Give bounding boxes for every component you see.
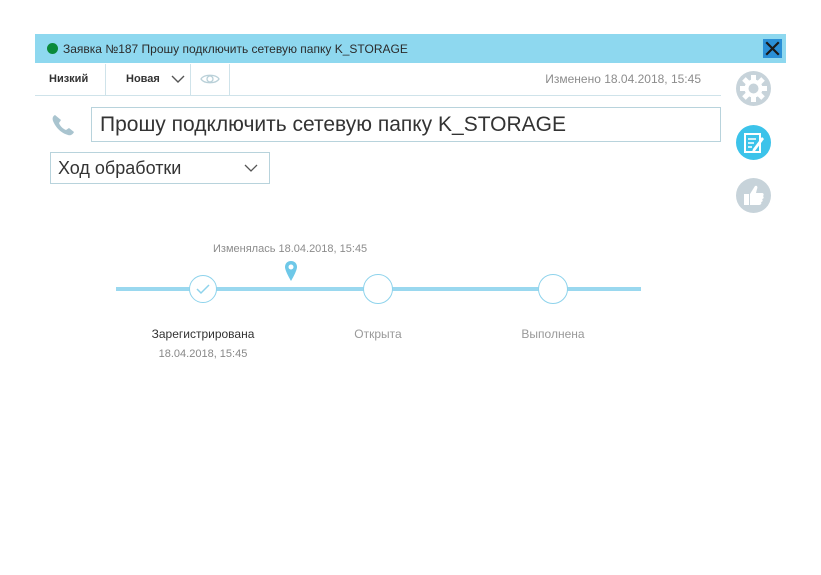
status-indicator <box>47 43 58 54</box>
stage-label-registered: Зарегистрирована <box>151 327 255 341</box>
eye-icon <box>200 74 220 84</box>
approve-button[interactable] <box>735 177 772 214</box>
state-label: Новая <box>126 73 160 85</box>
stage-label-done: Выполнена <box>521 327 585 341</box>
info-bar: Низкий Новая Изменено 18.04.2018, 15:45 <box>35 64 721 96</box>
modified-timestamp: Изменено 18.04.2018, 15:45 <box>545 72 701 86</box>
chevron-down-icon <box>171 75 185 83</box>
edit-icon <box>736 125 771 160</box>
close-icon <box>765 41 780 56</box>
watch-button[interactable] <box>191 64 230 95</box>
stage-date-registered: 18.04.2018, 15:45 <box>158 348 248 360</box>
priority-select[interactable]: Низкий <box>35 64 106 95</box>
phone-icon <box>52 115 74 136</box>
view-select-label: Ход обработки <box>58 158 182 178</box>
view-select[interactable]: Ход обработки <box>50 152 270 184</box>
chevron-down-icon <box>244 164 258 172</box>
close-button[interactable] <box>763 39 782 58</box>
stage-registered-marker <box>189 275 217 303</box>
stage-label-open: Открыта <box>354 327 402 341</box>
stage-open-marker <box>363 274 393 304</box>
map-pin-icon <box>285 261 297 281</box>
state-select[interactable]: Новая <box>106 64 191 95</box>
thumbs-up-icon <box>736 178 771 213</box>
edit-button[interactable] <box>735 124 772 161</box>
settings-button[interactable] <box>735 70 772 107</box>
subject-input[interactable]: Прошу подключить сетевую папку K_STORAGE <box>91 107 721 142</box>
check-icon <box>196 284 210 295</box>
gear-icon <box>736 71 771 106</box>
window-title: Заявка №187 Прошу подключить сетевую пап… <box>63 42 408 56</box>
changed-note: Изменялась 18.04.2018, 15:45 <box>213 243 368 255</box>
title-bar: Заявка №187 Прошу подключить сетевую пап… <box>35 34 786 63</box>
stage-done-marker <box>538 274 568 304</box>
